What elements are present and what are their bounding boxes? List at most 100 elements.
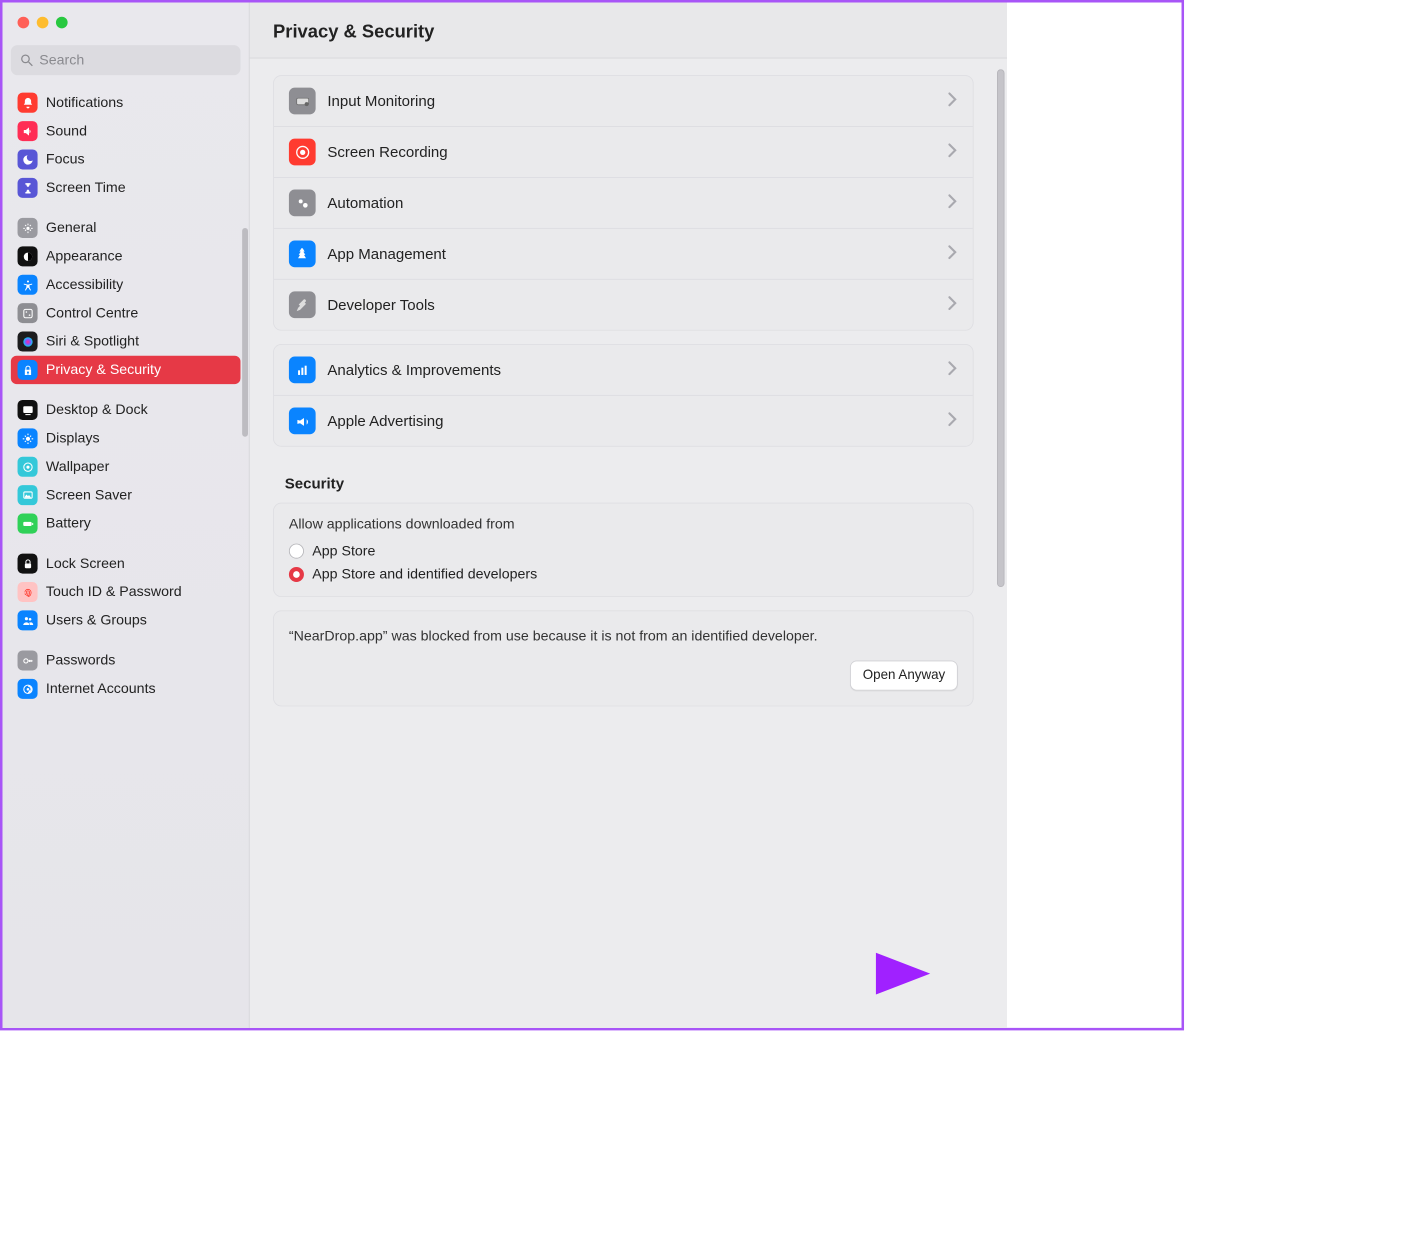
sidebar-item-label: Siri & Spotlight: [46, 333, 139, 350]
chevron-right-icon: [948, 411, 958, 430]
main-scrollbar[interactable]: [997, 69, 1005, 587]
sidebar-item-notifications[interactable]: Notifications: [11, 89, 241, 117]
security-section-title: Security: [285, 475, 974, 493]
sidebar-item-label: Internet Accounts: [46, 681, 156, 698]
allow-apps-card: Allow applications downloaded from App S…: [273, 503, 974, 597]
touch-id-icon: [18, 582, 38, 602]
sidebar-item-siri[interactable]: Siri & Spotlight: [11, 327, 241, 355]
lock-screen-icon: [18, 554, 38, 574]
chevron-right-icon: [948, 360, 958, 379]
displays-icon: [18, 428, 38, 448]
sidebar-item-sound[interactable]: Sound: [11, 117, 241, 145]
row-label: App Management: [327, 245, 936, 263]
sidebar-item-passwords[interactable]: Passwords: [11, 646, 241, 674]
minimize-window-button[interactable]: [37, 17, 49, 29]
developer-tools-icon: [289, 291, 316, 318]
sidebar-item-internet-accounts[interactable]: Internet Accounts: [11, 675, 241, 703]
sidebar-item-label: Desktop & Dock: [46, 402, 148, 419]
sidebar-item-focus[interactable]: Focus: [11, 145, 241, 173]
sidebar-item-lock-screen[interactable]: Lock Screen: [11, 549, 241, 577]
sidebar-item-privacy[interactable]: Privacy & Security: [11, 356, 241, 384]
open-anyway-button[interactable]: Open Anyway: [850, 660, 957, 690]
screen-recording-icon: [289, 139, 316, 166]
sidebar-item-desktop-dock[interactable]: Desktop & Dock: [11, 396, 241, 424]
passwords-icon: [18, 650, 38, 670]
sidebar-item-label: Screen Time: [46, 180, 126, 197]
radio-label: App Store and identified developers: [312, 566, 537, 583]
sidebar-item-label: Displays: [46, 430, 100, 447]
zoom-window-button[interactable]: [56, 17, 68, 29]
search-input[interactable]: Search: [11, 45, 241, 75]
blocked-app-card: “NearDrop.app” was blocked from use beca…: [273, 610, 974, 706]
sidebar-item-label: Wallpaper: [46, 458, 109, 475]
row-label: Developer Tools: [327, 296, 936, 314]
row-apple-ads[interactable]: Apple Advertising: [274, 395, 973, 446]
users-groups-icon: [18, 610, 38, 630]
radio-indicator-icon: [289, 567, 304, 582]
sidebar-item-wallpaper[interactable]: Wallpaper: [11, 453, 241, 481]
allow-apps-title: Allow applications downloaded from: [274, 504, 973, 540]
row-label: Input Monitoring: [327, 92, 936, 110]
chevron-right-icon: [948, 91, 958, 110]
desktop-dock-icon: [18, 400, 38, 420]
apple-ads-icon: [289, 407, 316, 434]
row-developer-tools[interactable]: Developer Tools: [274, 279, 973, 330]
sidebar-item-appearance[interactable]: Appearance: [11, 242, 241, 270]
sidebar-item-users-groups[interactable]: Users & Groups: [11, 606, 241, 634]
appearance-icon: [18, 246, 38, 266]
sidebar-item-label: Passwords: [46, 652, 115, 669]
sidebar-item-general[interactable]: General: [11, 214, 241, 242]
row-analytics[interactable]: Analytics & Improvements: [274, 345, 973, 395]
row-label: Analytics & Improvements: [327, 361, 936, 379]
row-label: Automation: [327, 194, 936, 212]
wallpaper-icon: [18, 457, 38, 477]
main-panel: Privacy & Security Input Monitoring Scree…: [250, 3, 1007, 1028]
sidebar-item-displays[interactable]: Displays: [11, 424, 241, 452]
sidebar-item-label: General: [46, 220, 97, 237]
chevron-right-icon: [948, 244, 958, 263]
automation-icon: [289, 190, 316, 217]
radio-app-store[interactable]: App Store: [274, 539, 973, 562]
screen-saver-icon: [18, 485, 38, 505]
battery-icon: [18, 514, 38, 534]
window-controls: [3, 3, 249, 29]
close-window-button[interactable]: [18, 17, 30, 29]
control-centre-icon: [18, 303, 38, 323]
sidebar-item-label: Accessibility: [46, 276, 123, 293]
screen-time-icon: [18, 178, 38, 198]
row-app-management[interactable]: App Management: [274, 228, 973, 279]
privacy-icon: [18, 360, 38, 380]
sidebar-item-label: Lock Screen: [46, 555, 125, 572]
sidebar-item-label: Users & Groups: [46, 612, 147, 629]
search-placeholder: Search: [39, 52, 84, 69]
sidebar-item-accessibility[interactable]: Accessibility: [11, 271, 241, 299]
page-title: Privacy & Security: [250, 3, 1007, 59]
chevron-right-icon: [948, 295, 958, 314]
chevron-right-icon: [948, 193, 958, 212]
sidebar-item-battery[interactable]: Battery: [11, 509, 241, 537]
row-screen-recording[interactable]: Screen Recording: [274, 126, 973, 177]
row-automation[interactable]: Automation: [274, 177, 973, 228]
input-monitoring-icon: [289, 88, 316, 115]
sidebar-item-label: Screen Saver: [46, 487, 132, 504]
sidebar-item-screen-time[interactable]: Screen Time: [11, 174, 241, 202]
blocked-app-message: “NearDrop.app” was blocked from use beca…: [274, 611, 973, 647]
radio-identified[interactable]: App Store and identified developers: [274, 563, 973, 596]
sidebar-item-label: Control Centre: [46, 305, 138, 322]
search-icon: [19, 53, 34, 68]
sidebar-item-label: Sound: [46, 123, 87, 140]
sidebar-item-screen-saver[interactable]: Screen Saver: [11, 481, 241, 509]
sidebar-item-control-centre[interactable]: Control Centre: [11, 299, 241, 327]
sidebar-item-touch-id[interactable]: Touch ID & Password: [11, 578, 241, 606]
focus-icon: [18, 149, 38, 169]
siri-icon: [18, 331, 38, 351]
privacy-list-1: Input Monitoring Screen Recording Automati…: [273, 75, 974, 331]
sidebar-scrollbar[interactable]: [242, 228, 248, 437]
accessibility-icon: [18, 275, 38, 295]
sidebar-item-label: Notifications: [46, 94, 123, 111]
analytics-icon: [289, 357, 316, 384]
privacy-list-2: Analytics & Improvements Apple Advertisin…: [273, 344, 974, 447]
radio-label: App Store: [312, 543, 375, 560]
sidebar-item-label: Focus: [46, 151, 85, 168]
row-input-monitoring[interactable]: Input Monitoring: [274, 76, 973, 126]
